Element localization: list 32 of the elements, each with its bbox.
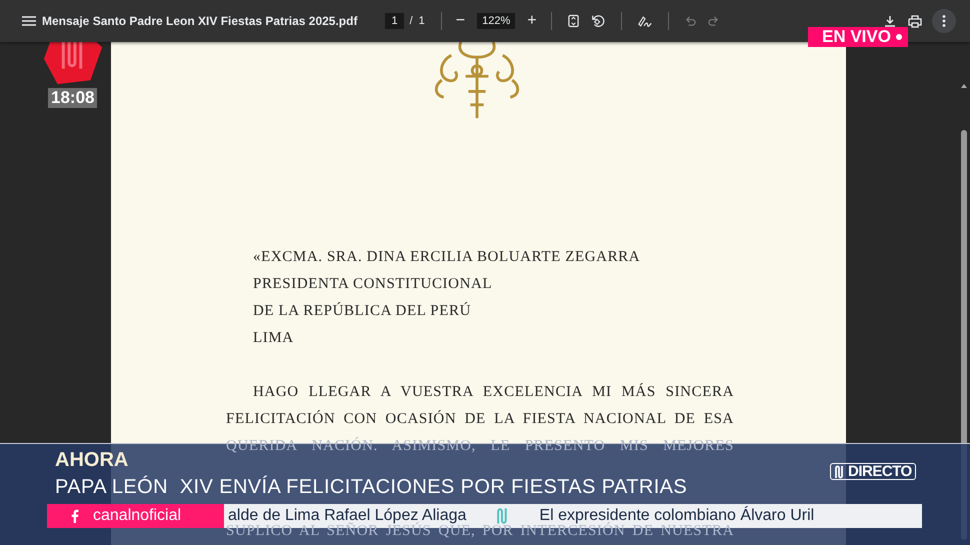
fit-page-icon[interactable] (568, 14, 579, 28)
headline: PAPA LEÓN XIV ENVÍA FELICITACIONES POR FIESTAS PATRIAS (55, 474, 688, 500)
letter-address-line: «EXCMA. SRA. DINA ERCILIA BOLUARTE ZEGARRA (253, 248, 642, 267)
zoom-out-button[interactable]: − (452, 12, 470, 30)
page-separator: / (410, 15, 413, 27)
zoom-in-button[interactable]: + (523, 12, 541, 30)
page-number-field[interactable]: 1 (385, 13, 404, 29)
clock-time: 18:08 (48, 88, 98, 108)
letter-text-line: HAGO LLEGAR A VUESTRA EXCELENCIA MI MÁS SINCERA (252, 382, 734, 402)
banner-label: AHORA (55, 448, 128, 472)
brand-label: DIRECTO (848, 464, 912, 479)
ticker-headline: El expresidente colombiano Álvaro Uril (539, 507, 814, 524)
more-options-icon[interactable] (932, 9, 956, 33)
letter-text-line: SUPLICO AL SEÑOR JESÚS QUE, POR INTERCESIÓN DE NUESTRA (226, 522, 734, 541)
n-logo-icon (496, 507, 510, 525)
pen-scribble-icon[interactable] (638, 14, 652, 28)
letter-address-line: LIMA (253, 329, 295, 348)
zoom-field[interactable]: 122% (477, 13, 516, 29)
social-handle: canalnoficial (93, 507, 182, 525)
facebook-icon (71, 509, 79, 523)
print-icon[interactable] (908, 14, 922, 28)
live-label: EN VIVO (822, 28, 891, 46)
letter-address-line: DE LA REPÚBLICA DEL PERÚ (253, 301, 472, 321)
download-icon[interactable] (884, 15, 896, 27)
letter-address-line: PRESIDENTA CONSTITUCIONAL (253, 275, 494, 294)
live-dot-icon (896, 34, 902, 40)
rotate-icon[interactable] (590, 14, 605, 28)
ticker-headline: alde de Lima Rafael López Aliaga (228, 507, 466, 524)
menu-icon[interactable] (22, 16, 36, 26)
document-title: Mensaje Santo Padre Leon XIV Fiestas Patrias 2025.pdf (42, 14, 358, 28)
page-total: 1 (418, 15, 425, 27)
letter-text-line: FELICITACIÓN CON OCASIÓN DE LA FIESTA NACIONAL DE ESA (226, 409, 734, 429)
